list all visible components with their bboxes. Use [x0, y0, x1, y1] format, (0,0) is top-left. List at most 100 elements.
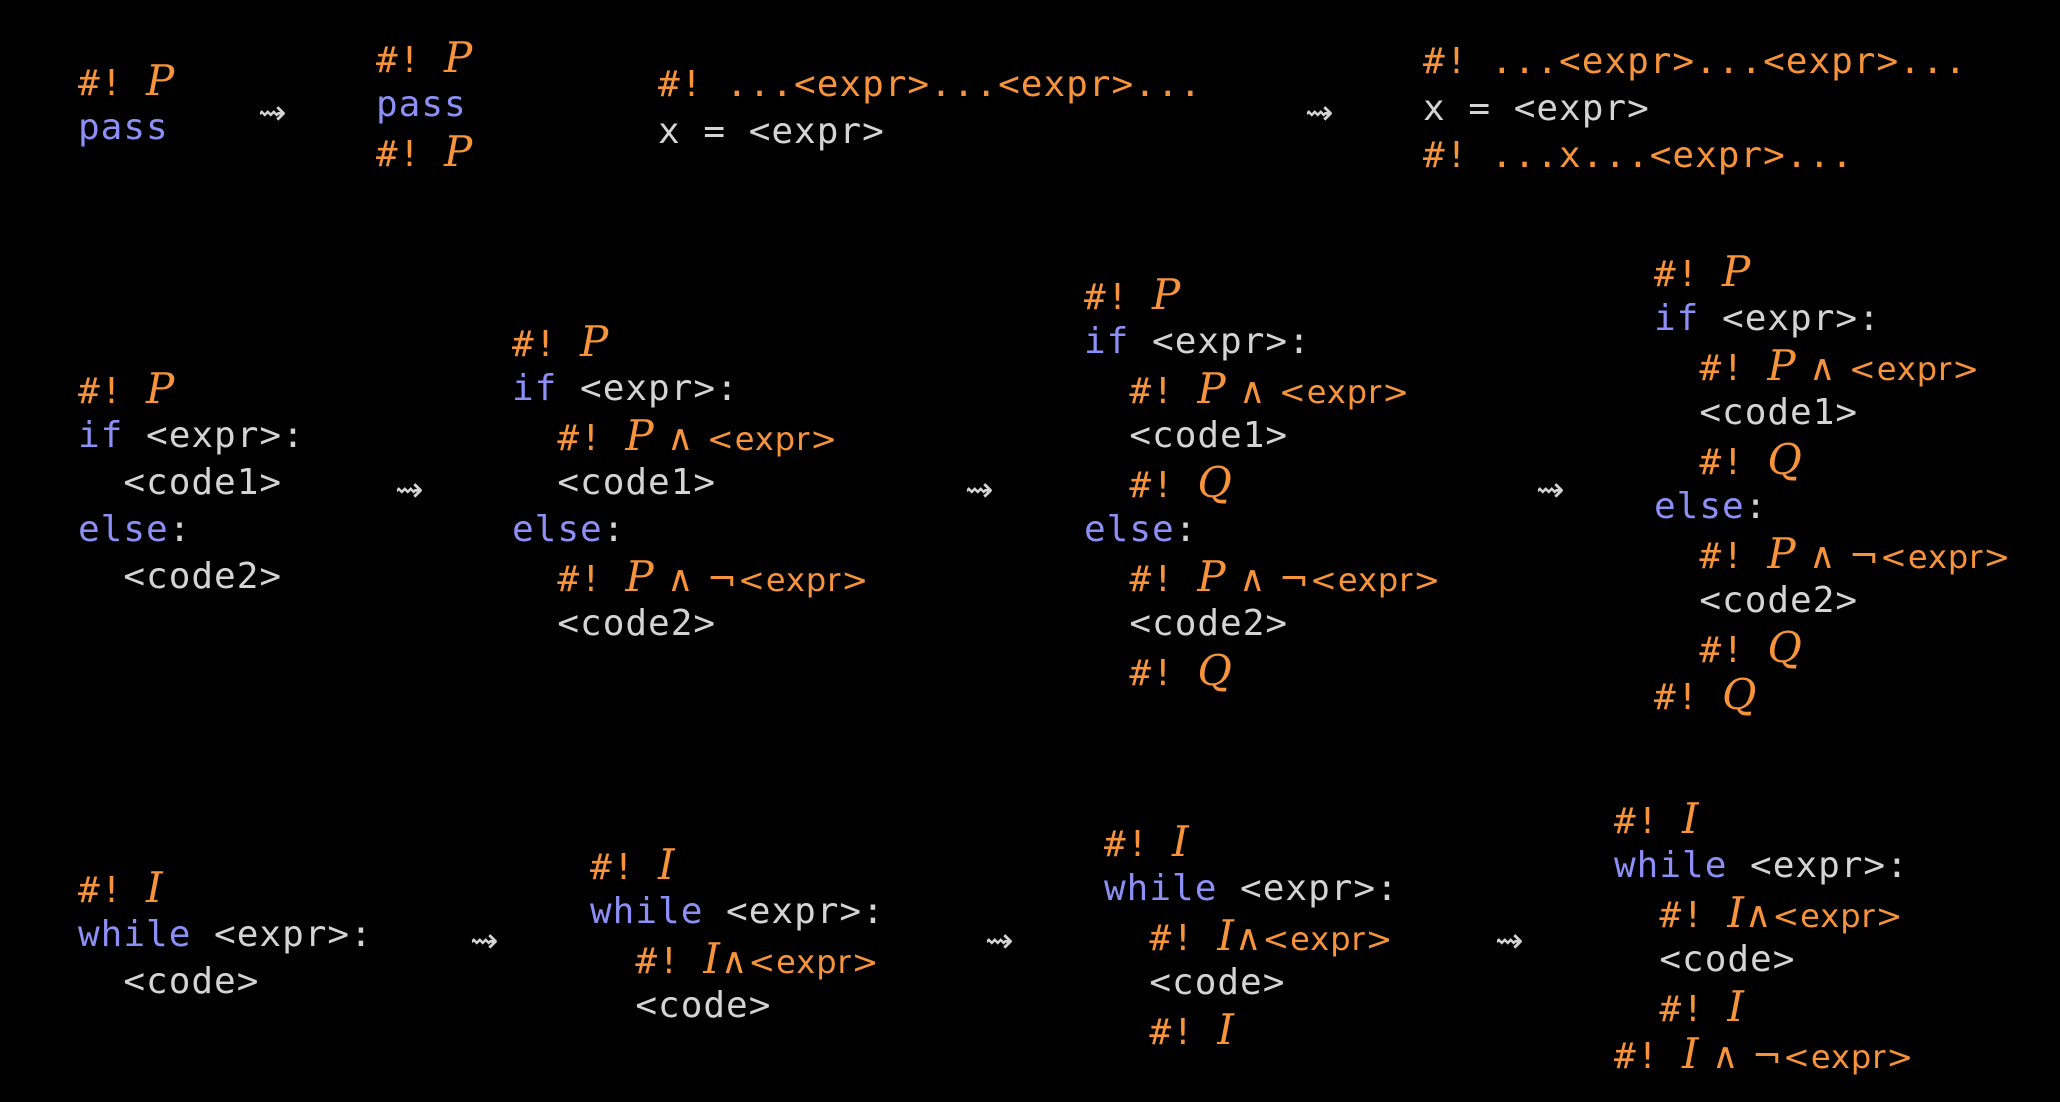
code-text: <expr>:	[1217, 868, 1399, 909]
code-line: #! P	[376, 128, 473, 175]
code-line: <code1>	[1654, 389, 2011, 436]
annotation: P	[444, 33, 474, 82]
annotation: I	[146, 863, 164, 912]
annotation: #!	[1614, 801, 1683, 842]
annotation: <expr>	[1880, 538, 2012, 576]
annotation: #!	[1104, 824, 1173, 865]
annotation: Q	[1767, 435, 1803, 484]
rule-while-step-4: #! Iwhile <expr>: #! I∧<expr> <code> #! …	[1614, 795, 1914, 1077]
code-line: #! Q	[1654, 671, 2011, 718]
annotation: #! ...x...<expr>...	[1423, 135, 1854, 176]
code-text: <code>	[78, 961, 260, 1002]
annotation: I	[1727, 982, 1745, 1031]
code-text: <code2>	[1654, 580, 1859, 621]
annotation: #!	[1654, 254, 1723, 295]
annotation: <expr>	[1262, 920, 1394, 958]
annotation: #!	[376, 134, 445, 175]
annotation: #!	[512, 559, 626, 600]
arrow-while-1: ⇝	[470, 921, 499, 961]
code-line: x = <expr>	[1423, 85, 1967, 132]
code-line: #! I	[1614, 795, 1914, 842]
code-line: #! I ∧ ¬<expr>	[1614, 1030, 1914, 1077]
annotation: P	[146, 56, 176, 105]
annotation: I	[1217, 1005, 1235, 1054]
annotation: I	[703, 934, 721, 983]
annotation: #!	[1084, 371, 1198, 412]
annotation: ∧ ¬	[1796, 536, 1881, 577]
annotation: ∧ ¬	[1699, 1036, 1784, 1077]
code-line: #! ...<expr>...<expr>...	[658, 61, 1202, 108]
code-line: #! Q	[1654, 624, 2011, 671]
code-line: <code2>	[78, 553, 305, 600]
annotation: P	[1722, 247, 1752, 296]
annotation: #!	[1084, 277, 1153, 318]
code-text: <code2>	[1084, 603, 1289, 644]
annotation: P	[444, 127, 474, 176]
code-line: #! I	[1104, 818, 1399, 865]
code-line: if <expr>:	[1084, 318, 1441, 365]
annotation: #!	[1614, 895, 1728, 936]
code-line: <code2>	[512, 600, 869, 647]
annotation: ∧ ¬	[654, 559, 739, 600]
keyword: if	[78, 415, 124, 456]
annotation: #!	[1084, 559, 1198, 600]
code-line: #! P ∧ <expr>	[1654, 342, 2011, 389]
keyword: if	[1084, 321, 1130, 362]
annotation: #!	[1654, 442, 1768, 483]
code-text: :	[1174, 509, 1198, 550]
annotation: I	[1172, 817, 1190, 866]
code-line: #! ...<expr>...<expr>...	[1423, 38, 1967, 85]
code-line: #! P	[78, 365, 305, 412]
code-line: #! P ∧ ¬<expr>	[1654, 530, 2011, 577]
code-line: #! P	[1654, 248, 2011, 295]
annotation: #!	[78, 371, 147, 412]
code-line: #! P ∧ ¬<expr>	[512, 553, 869, 600]
arrow-while-3: ⇝	[1495, 921, 1524, 961]
arrow-if-3: ⇝	[1536, 470, 1565, 510]
annotation: P	[146, 364, 176, 413]
keyword: else	[78, 509, 169, 550]
code-line: if <expr>:	[78, 412, 305, 459]
code-line: <code>	[78, 958, 373, 1005]
code-line: else:	[1084, 506, 1441, 553]
keyword: while	[78, 914, 192, 955]
annotation: P	[1767, 341, 1797, 390]
annotation: #!	[590, 847, 659, 888]
code-text: <code2>	[78, 556, 283, 597]
code-line: #! I	[590, 841, 885, 888]
code-line: if <expr>:	[512, 365, 869, 412]
code-text: <expr>:	[123, 415, 305, 456]
keyword: else	[1654, 486, 1745, 527]
code-line: #! I∧<expr>	[590, 935, 885, 982]
annotation: <expr>	[706, 420, 839, 458]
annotation: #!	[78, 870, 147, 911]
code-text: <expr>:	[1699, 298, 1881, 339]
rule-assign-after: #! ...<expr>...<expr>... x = <expr> #! ...…	[1423, 38, 1967, 179]
keyword: pass	[376, 84, 467, 125]
code-line: else:	[78, 506, 305, 553]
code-line: #! Q	[1084, 647, 1441, 694]
code-text: <expr>:	[1727, 845, 1909, 886]
code-text: <code1>	[1654, 392, 1859, 433]
keyword: while	[1104, 868, 1218, 909]
annotation: #!	[1614, 989, 1728, 1030]
code-line: #! P	[512, 318, 869, 365]
code-line: #! I∧<expr>	[1614, 889, 1914, 936]
code-text: :	[1744, 486, 1768, 527]
annotation: <expr>	[1783, 1038, 1915, 1076]
annotation: #!	[1084, 653, 1198, 694]
annotation: I	[1682, 1029, 1700, 1078]
keyword: while	[1614, 845, 1728, 886]
rule-if-step-4: #! Pif <expr>: #! P ∧ <expr> <code1> #! …	[1654, 248, 2011, 718]
rule-pass-after: #! Ppass #! P	[376, 34, 473, 175]
annotation: #!	[1614, 1036, 1683, 1077]
code-text: <expr>:	[1129, 321, 1311, 362]
annotation: P	[1197, 364, 1227, 413]
code-line: while <expr>:	[78, 911, 373, 958]
keyword: if	[1654, 298, 1700, 339]
annotation: #!	[78, 63, 147, 104]
keyword: else	[1084, 509, 1175, 550]
annotation: #!	[376, 40, 445, 81]
code-line: <code1>	[78, 459, 305, 506]
code-line: if <expr>:	[1654, 295, 2011, 342]
